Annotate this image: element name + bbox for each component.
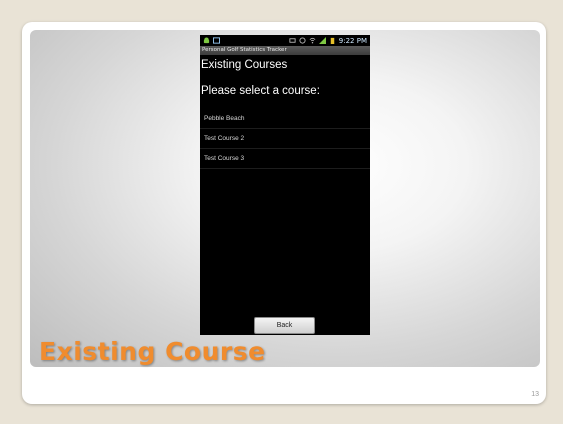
mute-icon	[289, 38, 296, 43]
signal-icon	[318, 37, 326, 44]
screen-prompt: Please select a course:	[201, 85, 320, 97]
app-title-bar: Personal Golf Statistics Tracker	[200, 46, 370, 55]
back-button[interactable]: Back	[254, 317, 315, 334]
course-item-test-course-2[interactable]: Test Course 2	[200, 129, 370, 149]
status-bar: 9:22 PM	[200, 35, 370, 46]
wifi-icon	[309, 37, 316, 44]
slide-number: 13	[531, 391, 539, 398]
screen-heading: Existing Courses	[201, 59, 288, 71]
slide-title: Existing Course	[39, 337, 266, 366]
course-list: Pebble Beach Test Course 2 Test Course 3	[200, 109, 370, 169]
image-icon	[213, 37, 220, 44]
course-item-test-course-3[interactable]: Test Course 3	[200, 149, 370, 169]
alarm-icon	[299, 37, 306, 44]
battery-icon	[330, 37, 335, 44]
course-item-pebble-beach[interactable]: Pebble Beach	[200, 109, 370, 129]
android-icon	[203, 37, 210, 44]
phone-screenshot: 9:22 PM Personal Golf Statistics Tracker…	[200, 35, 370, 335]
status-time: 9:22 PM	[338, 36, 367, 45]
